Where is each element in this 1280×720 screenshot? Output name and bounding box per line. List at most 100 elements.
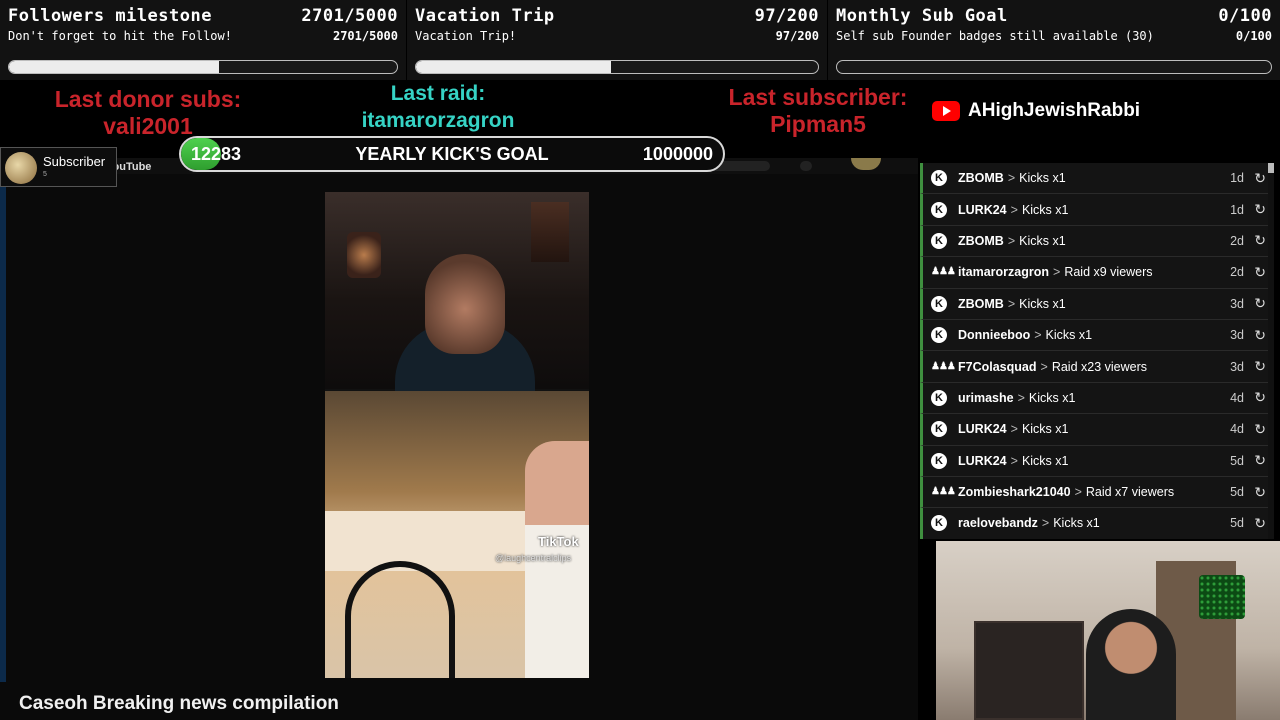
event-row[interactable]: K LURK24 > Kicks x1 5d ↻ xyxy=(920,445,1274,477)
raid-icon: ♟♟♟ xyxy=(931,266,956,278)
goal-title: Monthly Sub Goal xyxy=(836,6,1008,26)
event-user: raelovebandz xyxy=(958,516,1038,531)
yearly-kicks-goal: 12283 YEARLY KICK'S GOAL 1000000 xyxy=(179,136,725,172)
event-separator: > xyxy=(1041,516,1050,531)
replay-icon[interactable]: ↻ xyxy=(1254,327,1266,344)
event-row[interactable]: ♟♟♟ itamarorzagron > Raid x9 viewers 2d ↻ xyxy=(920,257,1274,289)
event-user: ZBOMB xyxy=(958,171,1004,186)
event-age: 1d xyxy=(1230,171,1244,186)
followers-goal: Followers milestone 2701/5000 Don't forge… xyxy=(0,0,406,80)
event-row[interactable]: K ZBOMB > Kicks x1 1d ↻ xyxy=(920,163,1274,195)
goal-progress-bar xyxy=(8,60,398,74)
goal-subtitle: Self sub Founder badges still available … xyxy=(836,29,1154,43)
event-row[interactable]: ♟♟♟ F7Colasquad > Raid x23 viewers 3d ↻ xyxy=(920,351,1274,383)
youtube-channel-name: AHighJewishRabbi xyxy=(968,100,1141,121)
goal-progress-fill xyxy=(416,61,611,73)
video-person-head xyxy=(425,254,505,354)
notifications-icon[interactable] xyxy=(800,161,812,171)
event-separator: > xyxy=(1034,328,1042,343)
event-user: urimashe xyxy=(958,390,1014,405)
event-user: LURK24 xyxy=(958,453,1007,468)
event-row[interactable]: Kurimashe > Kicks x1 4d ↻ xyxy=(920,382,1274,415)
replay-icon[interactable]: ↻ xyxy=(1254,452,1266,469)
event-row[interactable]: K LURK24 > Kicks x1 1d ↻ xyxy=(920,194,1274,226)
browser-left-edge xyxy=(0,172,6,682)
event-age: 5d xyxy=(1230,453,1244,468)
event-row[interactable]: K ZBOMB > Kicks x1 2d ↻ xyxy=(920,225,1274,258)
video-title: Caseoh Breaking news compilation xyxy=(19,693,339,714)
event-separator: > xyxy=(1074,485,1082,500)
event-action: Kicks x1 xyxy=(1019,171,1066,186)
kick-icon: K xyxy=(931,201,947,218)
event-action: Raid x9 viewers xyxy=(1064,265,1153,280)
subscriber-avatar xyxy=(5,152,37,184)
event-age: 3d xyxy=(1230,328,1244,343)
last-donor-label: Last donor subs: xyxy=(54,86,242,112)
scroll-thumb[interactable] xyxy=(1268,163,1274,173)
video-player[interactable]: TikTok @laughcentralclips xyxy=(325,192,589,678)
event-age: 4d xyxy=(1230,390,1244,405)
event-row[interactable]: ♟♟♟ Zombieshark21040 > Raid x7 viewers 5d ↻ xyxy=(920,476,1274,509)
event-row[interactable]: K Donnieeboo > Kicks x1 3d ↻ xyxy=(920,319,1274,352)
webcam-person xyxy=(1086,609,1176,720)
event-action: Kicks x1 xyxy=(1045,328,1093,343)
event-separator: > xyxy=(1017,390,1025,405)
event-list-scrollbar[interactable] xyxy=(1268,163,1274,539)
event-user: Zombieshark21040 xyxy=(958,485,1071,500)
last-subscriber-name: Pipman5 xyxy=(770,111,866,137)
event-list[interactable]: K ZBOMB > Kicks x1 1d ↻ K LURK24 > Kicks x1 1d ↻ K ZB… xyxy=(920,163,1274,539)
goal-count-secondary: 97/200 xyxy=(775,29,819,43)
kick-icon: K xyxy=(931,452,947,469)
replay-icon[interactable]: ↻ xyxy=(1254,389,1266,406)
webcam-feed xyxy=(936,541,1280,720)
tiktok-handle: @laughcentralclips xyxy=(495,553,572,563)
event-row[interactable]: K ZBOMB > Kicks x1 3d ↻ xyxy=(920,288,1274,320)
event-action: Kicks x1 xyxy=(1021,453,1069,468)
last-raid-name: itamarorzagron xyxy=(361,109,515,132)
replay-icon[interactable]: ↻ xyxy=(1254,358,1266,375)
subscriber-label: Subscriber xyxy=(43,154,106,169)
replay-icon[interactable]: ↻ xyxy=(1254,484,1266,501)
event-separator: > xyxy=(1010,202,1018,217)
webcam-tapestry xyxy=(974,621,1084,720)
replay-icon[interactable]: ↻ xyxy=(1254,515,1266,532)
event-separator: > xyxy=(1010,422,1018,437)
event-age: 2d xyxy=(1230,233,1244,248)
event-user: F7Colasquad xyxy=(958,359,1037,374)
event-action: Kicks x1 xyxy=(1021,202,1069,217)
kick-icon: K xyxy=(931,421,947,438)
goal-title: Followers milestone xyxy=(8,6,212,26)
event-user: itamarorzagron xyxy=(958,265,1049,280)
green-cup-icon xyxy=(1199,575,1245,619)
yearly-goal-title: YEARLY KICK'S GOAL xyxy=(355,144,549,164)
event-row[interactable]: Kraelovebandz > Kicks x1 5d ↻ xyxy=(920,508,1274,539)
raid-icon: ♟♟♟ xyxy=(931,486,956,498)
replay-icon[interactable]: ↻ xyxy=(1254,170,1266,187)
replay-icon[interactable]: ↻ xyxy=(1254,232,1266,249)
event-age: 5d xyxy=(1230,516,1244,531)
goal-title: Vacation Trip xyxy=(415,6,555,26)
event-action: Kicks x1 xyxy=(1019,233,1066,248)
event-age: 3d xyxy=(1230,359,1244,374)
event-action: Kicks x1 xyxy=(1053,516,1100,531)
replay-icon[interactable]: ↻ xyxy=(1254,264,1266,281)
goal-subtitle: Don't forget to hit the Follow! xyxy=(8,29,232,43)
event-user: Donnieeboo xyxy=(958,328,1031,343)
raid-icon: ♟♟♟ xyxy=(931,360,956,372)
replay-icon[interactable]: ↻ xyxy=(1254,201,1266,218)
last-subscriber: Last subscriber: Pipman5 xyxy=(700,84,936,138)
event-age: 1d xyxy=(1230,202,1244,217)
event-separator: > xyxy=(1053,265,1061,280)
goal-progress-fill xyxy=(9,61,219,73)
replay-icon[interactable]: ↻ xyxy=(1254,295,1266,312)
video-top-frame xyxy=(325,192,589,392)
replay-icon[interactable]: ↻ xyxy=(1254,421,1266,438)
kick-icon: K xyxy=(931,295,947,312)
account-avatar[interactable] xyxy=(851,158,881,170)
event-row[interactable]: K LURK24 > Kicks x1 4d ↻ xyxy=(920,414,1274,446)
goal-subtitle: Vacation Trip! xyxy=(415,29,517,43)
subscriber-badge: Subscriber 5 xyxy=(0,147,117,187)
event-user: LURK24 xyxy=(958,202,1007,217)
youtube-icon xyxy=(932,101,960,121)
tiktok-watermark: TikTok xyxy=(538,534,579,549)
